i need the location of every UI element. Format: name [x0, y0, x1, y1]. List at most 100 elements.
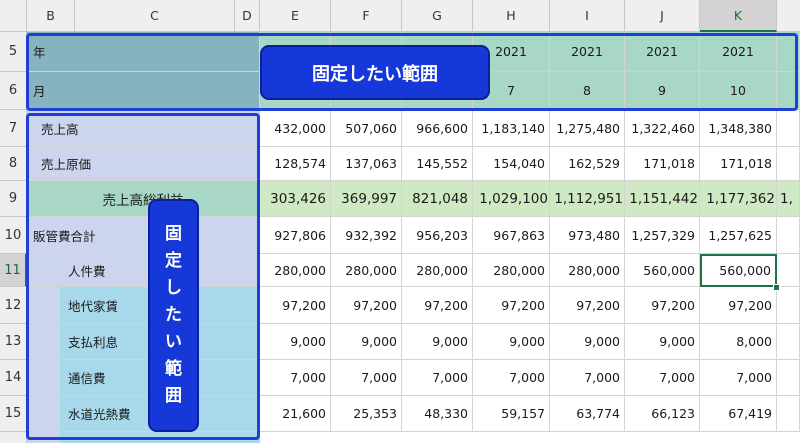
- rent-k[interactable]: 97,200: [700, 287, 777, 324]
- interest-h[interactable]: 9,000: [473, 324, 550, 360]
- sales-g[interactable]: 966,600: [402, 110, 473, 147]
- sales-j[interactable]: 1,322,460: [625, 110, 700, 147]
- rent-j[interactable]: 97,200: [625, 287, 700, 324]
- row-header-16[interactable]: [0, 432, 27, 443]
- column-header-f[interactable]: F: [331, 0, 402, 32]
- utilities-h[interactable]: 59,157: [473, 396, 550, 432]
- sales-next[interactable]: [777, 110, 800, 147]
- sales-k[interactable]: 1,348,380: [700, 110, 777, 147]
- row-label-gross-profit[interactable]: 売上高総利益: [27, 181, 260, 217]
- interest-next[interactable]: [777, 324, 800, 360]
- sales-f[interactable]: 507,060: [331, 110, 402, 147]
- gross-profit-next[interactable]: 1,: [777, 181, 800, 217]
- cost-next[interactable]: [777, 147, 800, 181]
- utilities-k[interactable]: 67,419: [700, 396, 777, 432]
- row-header-9[interactable]: 9: [0, 181, 27, 217]
- interest-f[interactable]: 9,000: [331, 324, 402, 360]
- telecom-h[interactable]: 7,000: [473, 360, 550, 396]
- sga-total-k[interactable]: 1,257,625: [700, 217, 777, 254]
- row-label-cost[interactable]: 売上原価: [27, 147, 260, 181]
- year-cell-i[interactable]: 2021: [550, 32, 625, 72]
- month-cell-next[interactable]: [777, 72, 800, 110]
- month-cell-k[interactable]: 10: [700, 72, 777, 110]
- indent-cell-12[interactable]: [27, 287, 60, 324]
- sga-total-e[interactable]: 927,806: [260, 217, 331, 254]
- column-header-next[interactable]: [777, 0, 800, 32]
- gross-profit-e[interactable]: 303,426: [260, 181, 331, 217]
- utilities-i[interactable]: 63,774: [550, 396, 625, 432]
- row-header-12[interactable]: 12: [0, 287, 27, 324]
- rent-next[interactable]: [777, 287, 800, 324]
- column-header-k[interactable]: K: [700, 0, 777, 32]
- cost-h[interactable]: 154,040: [473, 147, 550, 181]
- indent-cell-13[interactable]: [27, 324, 60, 360]
- telecom-g[interactable]: 7,000: [402, 360, 473, 396]
- row-header-5[interactable]: 5: [0, 32, 27, 72]
- utilities-f[interactable]: 25,353: [331, 396, 402, 432]
- month-cell-i[interactable]: 8: [550, 72, 625, 110]
- column-header-d[interactable]: D: [235, 0, 260, 32]
- utilities-g[interactable]: 48,330: [402, 396, 473, 432]
- row-header-13[interactable]: 13: [0, 324, 27, 360]
- cost-i[interactable]: 162,529: [550, 147, 625, 181]
- gross-profit-j[interactable]: 1,151,442: [625, 181, 700, 217]
- row-label-sales[interactable]: 売上高: [27, 110, 260, 147]
- interest-e[interactable]: 9,000: [260, 324, 331, 360]
- personnel-next[interactable]: [777, 254, 800, 287]
- column-header-e[interactable]: E: [260, 0, 331, 32]
- column-header-i[interactable]: I: [550, 0, 625, 32]
- rent-f[interactable]: 97,200: [331, 287, 402, 324]
- row-header-7[interactable]: 7: [0, 110, 27, 147]
- interest-j[interactable]: 9,000: [625, 324, 700, 360]
- row-header-6[interactable]: 6: [0, 72, 27, 110]
- cost-f[interactable]: 137,063: [331, 147, 402, 181]
- rent-h[interactable]: 97,200: [473, 287, 550, 324]
- select-all-corner[interactable]: [0, 0, 27, 32]
- indent-cell-11[interactable]: [27, 254, 60, 287]
- sga-total-next[interactable]: [777, 217, 800, 254]
- year-cell-j[interactable]: 2021: [625, 32, 700, 72]
- month-cell-j[interactable]: 9: [625, 72, 700, 110]
- personnel-j[interactable]: 560,000: [625, 254, 700, 287]
- rent-g[interactable]: 97,200: [402, 287, 473, 324]
- gross-profit-g[interactable]: 821,048: [402, 181, 473, 217]
- indent-cell-14[interactable]: [27, 360, 60, 396]
- year-label-cell[interactable]: 年: [27, 32, 260, 72]
- interest-i[interactable]: 9,000: [550, 324, 625, 360]
- interest-k[interactable]: 8,000: [700, 324, 777, 360]
- sga-total-g[interactable]: 956,203: [402, 217, 473, 254]
- cost-j[interactable]: 171,018: [625, 147, 700, 181]
- indent-cell-15[interactable]: [27, 396, 60, 432]
- cost-e[interactable]: 128,574: [260, 147, 331, 181]
- personnel-f[interactable]: 280,000: [331, 254, 402, 287]
- row-header-10[interactable]: 10: [0, 217, 27, 254]
- utilities-j[interactable]: 66,123: [625, 396, 700, 432]
- row-header-15[interactable]: 15: [0, 396, 27, 432]
- row-header-8[interactable]: 8: [0, 147, 27, 181]
- personnel-k-selected[interactable]: 560,000: [700, 254, 777, 287]
- gross-profit-f[interactable]: 369,997: [331, 181, 402, 217]
- sga-total-j[interactable]: 1,257,329: [625, 217, 700, 254]
- year-cell-next[interactable]: [777, 32, 800, 72]
- telecom-i[interactable]: 7,000: [550, 360, 625, 396]
- column-header-c[interactable]: C: [75, 0, 235, 32]
- column-header-b[interactable]: B: [27, 0, 75, 32]
- column-header-j[interactable]: J: [625, 0, 700, 32]
- row-16-cells[interactable]: [260, 432, 800, 443]
- sales-i[interactable]: 1,275,480: [550, 110, 625, 147]
- utilities-e[interactable]: 21,600: [260, 396, 331, 432]
- sales-h[interactable]: 1,183,140: [473, 110, 550, 147]
- row-header-11[interactable]: 11: [0, 254, 27, 287]
- rent-i[interactable]: 97,200: [550, 287, 625, 324]
- sga-total-h[interactable]: 967,863: [473, 217, 550, 254]
- personnel-g[interactable]: 280,000: [402, 254, 473, 287]
- fill-handle[interactable]: [773, 284, 780, 291]
- personnel-e[interactable]: 280,000: [260, 254, 331, 287]
- sga-total-i[interactable]: 973,480: [550, 217, 625, 254]
- sales-e[interactable]: 432,000: [260, 110, 331, 147]
- telecom-e[interactable]: 7,000: [260, 360, 331, 396]
- sga-total-f[interactable]: 932,392: [331, 217, 402, 254]
- personnel-h[interactable]: 280,000: [473, 254, 550, 287]
- row-header-14[interactable]: 14: [0, 360, 27, 396]
- indent-cell-16[interactable]: [27, 432, 60, 443]
